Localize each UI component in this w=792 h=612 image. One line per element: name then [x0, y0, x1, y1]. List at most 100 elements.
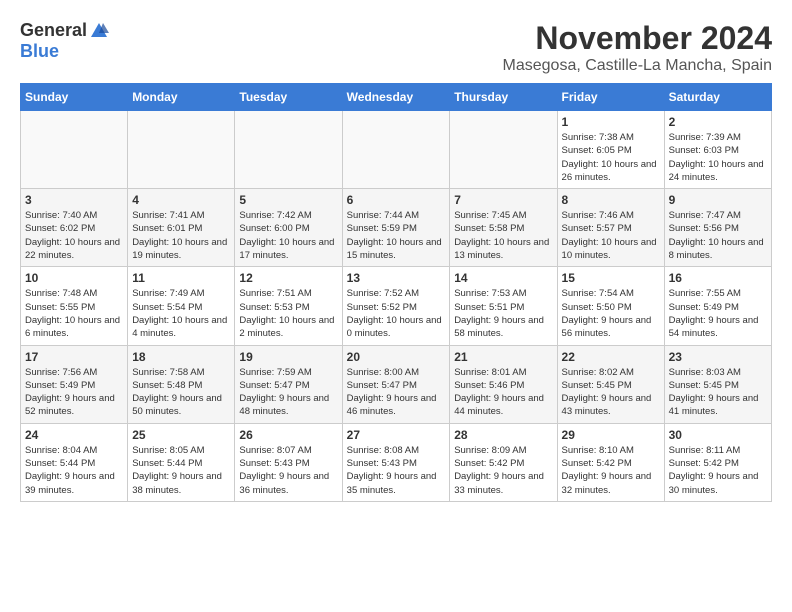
- calendar-cell: 8Sunrise: 7:46 AM Sunset: 5:57 PM Daylig…: [557, 189, 664, 267]
- calendar-cell: [342, 111, 450, 189]
- day-number: 30: [669, 428, 767, 442]
- calendar-cell: 30 Sunrise: 8:11 AM Sunset: 5:42 PM Dayli…: [664, 423, 771, 501]
- location-title: Masegosa, Castille-La Mancha, Spain: [503, 57, 772, 75]
- day-info: Sunrise: 7:53 AM Sunset: 5:51 PM Dayligh…: [454, 287, 552, 340]
- calendar-cell: 5 Sunrise: 7:42 AM Sunset: 6:00 PM Daylig…: [235, 189, 342, 267]
- day-number: 27: [347, 428, 446, 442]
- calendar-cell: 9 Sunrise: 7:47 AM Sunset: 5:56 PM Daylig…: [664, 189, 771, 267]
- day-info: Sunrise: 8:01 AM Sunset: 5:46 PM Dayligh…: [454, 366, 552, 419]
- day-info: Sunrise: 8:09 AM Sunset: 5:42 PM Dayligh…: [454, 444, 552, 497]
- day-number: 22: [562, 350, 660, 364]
- calendar-header-wednesday: Wednesday: [342, 84, 450, 111]
- day-number: 9: [669, 193, 767, 207]
- calendar-table: SundayMondayTuesdayWednesdayThursdayFrid…: [20, 83, 772, 502]
- calendar-header-monday: Monday: [128, 84, 235, 111]
- title-area: November 2024 Masegosa, Castille-La Manc…: [503, 20, 772, 75]
- day-info: Sunrise: 7:41 AM Sunset: 6:01 PM Dayligh…: [132, 209, 230, 262]
- day-info: Sunrise: 8:07 AM Sunset: 5:43 PM Dayligh…: [239, 444, 337, 497]
- day-number: 5: [239, 193, 337, 207]
- day-number: 1: [562, 115, 660, 129]
- calendar-header-sunday: Sunday: [21, 84, 128, 111]
- calendar-cell: 17Sunrise: 7:56 AM Sunset: 5:49 PM Dayli…: [21, 345, 128, 423]
- calendar-cell: 19 Sunrise: 7:59 AM Sunset: 5:47 PM Dayli…: [235, 345, 342, 423]
- calendar-cell: 24 Sunrise: 8:04 AM Sunset: 5:44 PM Dayli…: [21, 423, 128, 501]
- day-number: 10: [25, 271, 123, 285]
- day-info: Sunrise: 8:08 AM Sunset: 5:43 PM Dayligh…: [347, 444, 446, 497]
- calendar-header-friday: Friday: [557, 84, 664, 111]
- calendar-week-1: 1 Sunrise: 7:38 AM Sunset: 6:05 PM Daylig…: [21, 111, 772, 189]
- calendar-week-3: 10 Sunrise: 7:48 AM Sunset: 5:55 PM Dayli…: [21, 267, 772, 345]
- logo-blue-text: Blue: [20, 41, 59, 62]
- calendar-cell: 11 Sunrise: 7:49 AM Sunset: 5:54 PM Dayli…: [128, 267, 235, 345]
- calendar-cell: 15Sunrise: 7:54 AM Sunset: 5:50 PM Dayli…: [557, 267, 664, 345]
- day-info: Sunrise: 7:58 AM Sunset: 5:48 PM Dayligh…: [132, 366, 230, 419]
- day-info: Sunrise: 8:11 AM Sunset: 5:42 PM Dayligh…: [669, 444, 767, 497]
- day-info: Sunrise: 7:59 AM Sunset: 5:47 PM Dayligh…: [239, 366, 337, 419]
- day-info: Sunrise: 7:52 AM Sunset: 5:52 PM Dayligh…: [347, 287, 446, 340]
- day-number: 26: [239, 428, 337, 442]
- day-info: Sunrise: 7:40 AM Sunset: 6:02 PM Dayligh…: [25, 209, 123, 262]
- day-number: 11: [132, 271, 230, 285]
- day-info: Sunrise: 8:05 AM Sunset: 5:44 PM Dayligh…: [132, 444, 230, 497]
- calendar-cell: 22 Sunrise: 8:02 AM Sunset: 5:45 PM Dayli…: [557, 345, 664, 423]
- day-info: Sunrise: 8:03 AM Sunset: 5:45 PM Dayligh…: [669, 366, 767, 419]
- calendar-cell: [235, 111, 342, 189]
- day-number: 17: [25, 350, 123, 364]
- header: General Blue November 2024 Masegosa, Cas…: [20, 20, 772, 75]
- day-number: 28: [454, 428, 552, 442]
- day-number: 3: [25, 193, 123, 207]
- day-number: 23: [669, 350, 767, 364]
- calendar-cell: 29Sunrise: 8:10 AM Sunset: 5:42 PM Dayli…: [557, 423, 664, 501]
- day-info: Sunrise: 7:48 AM Sunset: 5:55 PM Dayligh…: [25, 287, 123, 340]
- calendar-cell: 27 Sunrise: 8:08 AM Sunset: 5:43 PM Dayli…: [342, 423, 450, 501]
- day-number: 18: [132, 350, 230, 364]
- day-info: Sunrise: 7:55 AM Sunset: 5:49 PM Dayligh…: [669, 287, 767, 340]
- day-info: Sunrise: 8:04 AM Sunset: 5:44 PM Dayligh…: [25, 444, 123, 497]
- calendar-header-tuesday: Tuesday: [235, 84, 342, 111]
- day-number: 6: [347, 193, 446, 207]
- calendar-header-row: SundayMondayTuesdayWednesdayThursdayFrid…: [21, 84, 772, 111]
- day-info: Sunrise: 8:02 AM Sunset: 5:45 PM Dayligh…: [562, 366, 660, 419]
- calendar-cell: 12 Sunrise: 7:51 AM Sunset: 5:53 PM Dayli…: [235, 267, 342, 345]
- calendar-cell: 16Sunrise: 7:55 AM Sunset: 5:49 PM Dayli…: [664, 267, 771, 345]
- calendar-cell: 4 Sunrise: 7:41 AM Sunset: 6:01 PM Daylig…: [128, 189, 235, 267]
- calendar-cell: 1 Sunrise: 7:38 AM Sunset: 6:05 PM Daylig…: [557, 111, 664, 189]
- calendar-week-5: 24 Sunrise: 8:04 AM Sunset: 5:44 PM Dayli…: [21, 423, 772, 501]
- calendar-cell: 10 Sunrise: 7:48 AM Sunset: 5:55 PM Dayli…: [21, 267, 128, 345]
- calendar-cell: 25 Sunrise: 8:05 AM Sunset: 5:44 PM Dayli…: [128, 423, 235, 501]
- day-info: Sunrise: 7:51 AM Sunset: 5:53 PM Dayligh…: [239, 287, 337, 340]
- calendar-cell: 28 Sunrise: 8:09 AM Sunset: 5:42 PM Dayli…: [450, 423, 557, 501]
- day-number: 24: [25, 428, 123, 442]
- calendar-cell: 6 Sunrise: 7:44 AM Sunset: 5:59 PM Daylig…: [342, 189, 450, 267]
- day-number: 25: [132, 428, 230, 442]
- calendar-header-saturday: Saturday: [664, 84, 771, 111]
- day-number: 20: [347, 350, 446, 364]
- calendar-cell: 14 Sunrise: 7:53 AM Sunset: 5:51 PM Dayli…: [450, 267, 557, 345]
- calendar-cell: 23 Sunrise: 8:03 AM Sunset: 5:45 PM Dayli…: [664, 345, 771, 423]
- calendar-week-4: 17Sunrise: 7:56 AM Sunset: 5:49 PM Dayli…: [21, 345, 772, 423]
- calendar-cell: 13 Sunrise: 7:52 AM Sunset: 5:52 PM Dayli…: [342, 267, 450, 345]
- calendar-cell: 3 Sunrise: 7:40 AM Sunset: 6:02 PM Daylig…: [21, 189, 128, 267]
- day-number: 29: [562, 428, 660, 442]
- day-info: Sunrise: 7:42 AM Sunset: 6:00 PM Dayligh…: [239, 209, 337, 262]
- month-title: November 2024: [503, 20, 772, 57]
- calendar-cell: [21, 111, 128, 189]
- day-info: Sunrise: 7:44 AM Sunset: 5:59 PM Dayligh…: [347, 209, 446, 262]
- day-number: 19: [239, 350, 337, 364]
- calendar-header-thursday: Thursday: [450, 84, 557, 111]
- day-number: 7: [454, 193, 552, 207]
- day-info: Sunrise: 7:45 AM Sunset: 5:58 PM Dayligh…: [454, 209, 552, 262]
- calendar-cell: 18 Sunrise: 7:58 AM Sunset: 5:48 PM Dayli…: [128, 345, 235, 423]
- day-info: Sunrise: 7:39 AM Sunset: 6:03 PM Dayligh…: [669, 131, 767, 184]
- day-number: 13: [347, 271, 446, 285]
- day-number: 12: [239, 271, 337, 285]
- logo: General Blue: [20, 20, 109, 62]
- calendar-cell: [450, 111, 557, 189]
- day-info: Sunrise: 7:49 AM Sunset: 5:54 PM Dayligh…: [132, 287, 230, 340]
- day-number: 4: [132, 193, 230, 207]
- day-number: 14: [454, 271, 552, 285]
- day-info: Sunrise: 7:38 AM Sunset: 6:05 PM Dayligh…: [562, 131, 660, 184]
- logo-general-text: General: [20, 20, 87, 41]
- day-info: Sunrise: 7:47 AM Sunset: 5:56 PM Dayligh…: [669, 209, 767, 262]
- calendar-cell: [128, 111, 235, 189]
